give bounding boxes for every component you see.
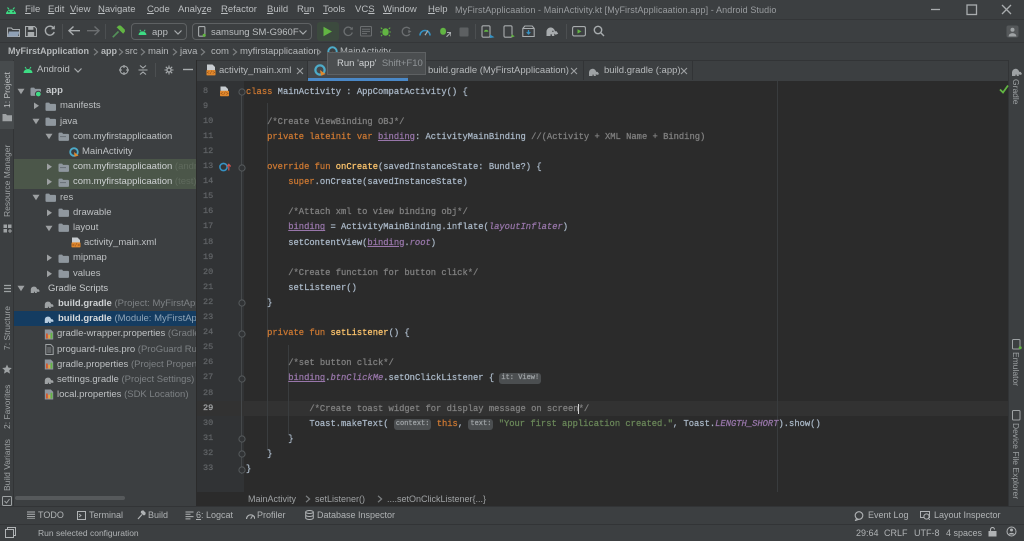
svg-text:</>: </> (220, 91, 229, 97)
svg-text:</>: </> (207, 70, 216, 76)
svg-text:</>: </> (72, 242, 80, 248)
